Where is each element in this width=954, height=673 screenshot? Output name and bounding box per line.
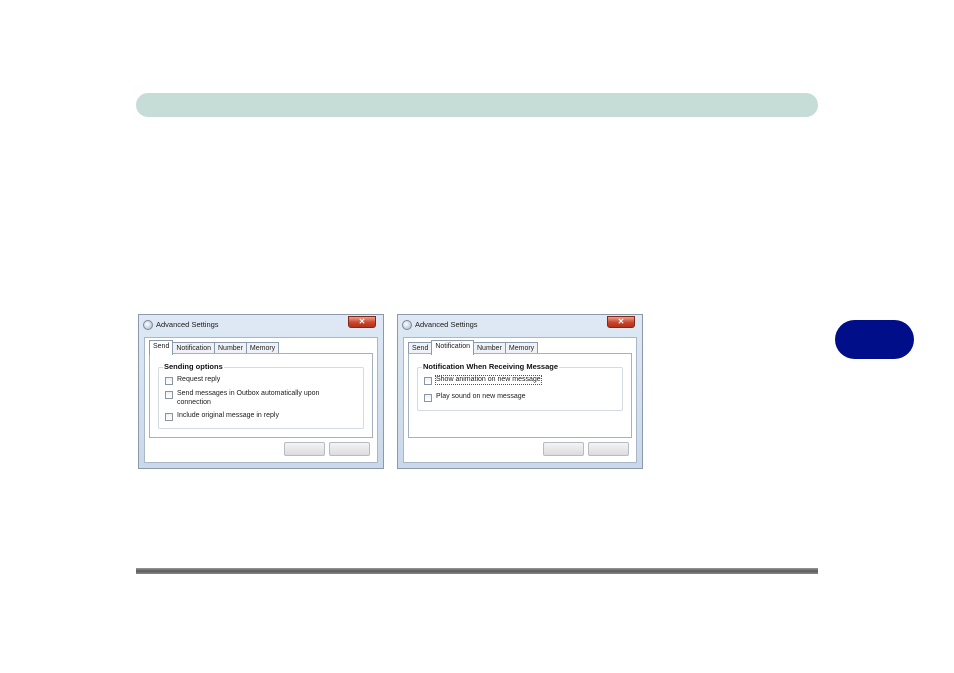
close-icon: ✕: [617, 317, 625, 326]
tab-notification[interactable]: Notification: [431, 340, 474, 355]
group-title: Sending options: [163, 362, 224, 371]
option-label: Send messages in Outbox automatically up…: [177, 390, 320, 397]
footer-rule: [136, 568, 818, 574]
dialog-body: Send Notification Number Memory Notifica…: [403, 337, 637, 463]
dialog-body: Send Notification Number Memory Sending …: [144, 337, 378, 463]
tab-strip: Send Notification Number Memory: [408, 340, 539, 355]
chapter-tab: [835, 320, 914, 359]
advanced-settings-dialog-send: Advanced Settings ✕ Send Notification Nu…: [138, 314, 384, 469]
close-button[interactable]: ✕: [348, 316, 376, 328]
option-label: Request reply: [177, 376, 221, 383]
cancel-button[interactable]: [588, 442, 629, 456]
tab-panel: Notification When Receiving Message Show…: [408, 353, 632, 438]
request-reply-checkbox[interactable]: [165, 377, 173, 385]
header-bar: [136, 93, 818, 117]
ok-button[interactable]: [284, 442, 325, 456]
close-icon: ✕: [358, 317, 366, 326]
window-title: Advanced Settings: [156, 320, 219, 329]
play-sound-checkbox[interactable]: [424, 394, 432, 402]
title-bar[interactable]: Advanced Settings ✕: [139, 315, 383, 334]
group-title: Notification When Receiving Message: [422, 362, 560, 371]
notification-group: Notification When Receiving Message Show…: [417, 362, 623, 411]
app-icon: [402, 320, 412, 330]
option-label-continuation: connection: [177, 399, 211, 406]
show-animation-checkbox[interactable]: [424, 377, 432, 385]
window-title: Advanced Settings: [415, 320, 478, 329]
tab-send[interactable]: Send: [149, 340, 174, 355]
sending-options-group: Sending options Request reply Send messa…: [158, 362, 364, 429]
send-outbox-automatically-checkbox[interactable]: [165, 391, 173, 399]
ok-button[interactable]: [543, 442, 584, 456]
title-bar[interactable]: Advanced Settings ✕: [398, 315, 642, 334]
option-label: Show animation on new message: [435, 375, 542, 385]
tab-panel: Sending options Request reply Send messa…: [149, 353, 373, 438]
option-label: Include original message in reply: [177, 412, 279, 419]
option-label: Play sound on new message: [436, 393, 526, 400]
app-icon: [143, 320, 153, 330]
close-button[interactable]: ✕: [607, 316, 635, 328]
cancel-button[interactable]: [329, 442, 370, 456]
include-original-message-checkbox[interactable]: [165, 413, 173, 421]
tab-strip: Send Notification Number Memory: [149, 340, 280, 355]
advanced-settings-dialog-notification: Advanced Settings ✕ Send Notification Nu…: [397, 314, 643, 469]
